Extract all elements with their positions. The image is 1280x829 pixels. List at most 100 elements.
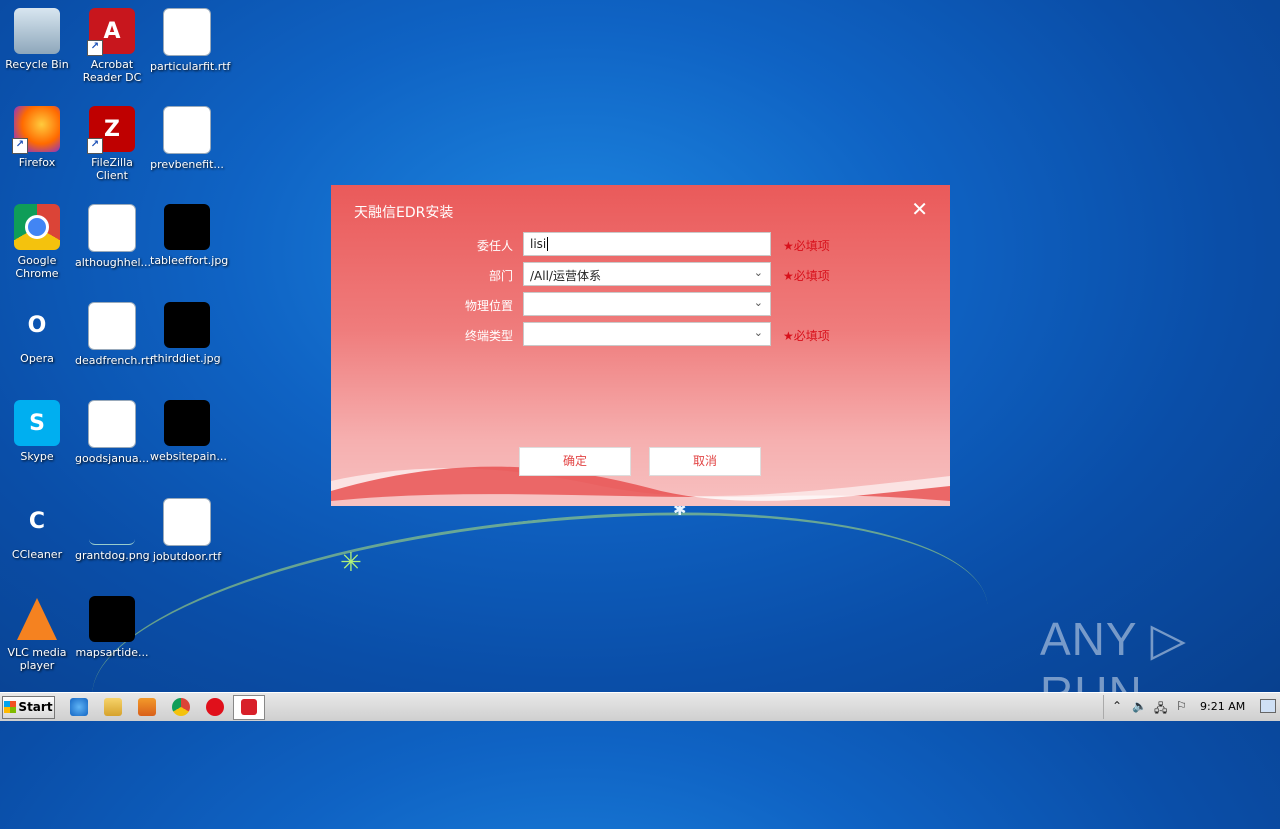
required-text: 必填项 <box>793 329 830 343</box>
system-tray: ⌃ 🔈 🖧 ⚐ 9:21 AM <box>1103 695 1280 719</box>
ok-button[interactable]: 确定 <box>519 447 631 476</box>
media-player-icon[interactable] <box>138 698 156 716</box>
dialog-title: 天融信EDR安装 <box>354 205 454 221</box>
desktop-icon-label: grantdog.png <box>75 549 150 562</box>
field-label: 终端类型 <box>464 329 513 343</box>
desktop-icon-particularfit[interactable]: W particularfit.rtf <box>150 8 231 73</box>
desktop-icon-ccleaner[interactable]: C CCleaner <box>0 498 74 562</box>
clock[interactable]: 9:21 AM <box>1200 700 1245 713</box>
location-select[interactable]: ⌄ <box>523 292 771 316</box>
desktop-icon-goodsjanua[interactable]: W goodsjanua... <box>75 400 149 465</box>
assignee-value: lisi <box>530 237 547 251</box>
desktop-icon-label: jobutdoor.rtf <box>152 550 222 563</box>
desktop-icon-jobutdoor[interactable]: W jobutdoor.rtf <box>150 498 224 563</box>
ie-icon[interactable] <box>70 698 88 716</box>
taskbar: Start ⌃ 🔈 🖧 ⚐ 9:21 AM <box>0 692 1280 721</box>
filezilla-icon: Z ↗ <box>87 106 135 154</box>
word-document-icon: W <box>88 302 136 350</box>
opera-icon: O <box>27 312 47 338</box>
desktop-icon-recycle-bin[interactable]: Recycle Bin <box>0 8 74 71</box>
desktop-icon-label: Recycle Bin <box>5 58 69 71</box>
desktop-icon-label: particularfit.rtf <box>150 60 231 73</box>
desktop-icon-label: Skype <box>20 450 54 463</box>
desktop-icon-label: deadfrench.rtf <box>75 354 154 367</box>
desktop-icon-label: Google Chrome <box>15 254 59 280</box>
desktop-icon-mapsartide[interactable]: mapsartide... <box>75 596 149 659</box>
form-row-location: 物理位置 ⌄ <box>331 292 950 318</box>
chevron-down-icon: ⌄ <box>753 296 763 309</box>
show-desktop-icon[interactable] <box>1260 699 1276 713</box>
assignee-input[interactable]: lisi <box>523 232 771 256</box>
required-text: 必填项 <box>793 239 830 253</box>
wallpaper-sparkle: ✳ <box>340 548 362 578</box>
dialog-wave-decoration <box>331 466 950 506</box>
desktop-icon-firefox[interactable]: ↗ Firefox <box>0 106 74 169</box>
chrome-icon[interactable] <box>172 698 190 716</box>
desktop-icon-skype[interactable]: S Skype <box>0 400 74 463</box>
desktop-icon-label: websitepain... <box>150 450 227 463</box>
terminal-type-select[interactable]: ⌄ <box>523 322 771 346</box>
windows-logo-icon <box>4 701 17 713</box>
volume-icon[interactable]: 🔈 <box>1132 699 1147 713</box>
image-thumbnail-icon <box>164 204 210 250</box>
desktop-icon-label: goodsjanua... <box>75 452 150 465</box>
desktop-icon-tableeffort[interactable]: tableeffort.jpg <box>150 204 229 267</box>
recycle-bin-icon <box>14 8 60 54</box>
required-text: 必填项 <box>793 269 830 283</box>
cancel-button[interactable]: 取消 <box>649 447 761 476</box>
field-label: 物理位置 <box>464 299 513 313</box>
acrobat-icon: A ↗ <box>87 8 135 56</box>
desktop-icon-deadfrench[interactable]: W deadfrench.rtf <box>75 302 154 367</box>
word-document-icon: W <box>88 204 136 252</box>
form-row-assignee: 委任人 lisi ★必填项 <box>331 232 950 258</box>
folder-icon[interactable] <box>104 698 122 716</box>
network-icon[interactable]: 🖧 <box>1154 699 1167 720</box>
edr-install-dialog: 天融信EDR安装 ✕ 委任人 lisi ★必填项 部门 /All/运营体系 ⌄ ★… <box>331 185 950 506</box>
desktop-icon-vlc[interactable]: VLC media player <box>0 596 74 672</box>
chevron-down-icon: ⌄ <box>753 266 763 279</box>
form-row-terminal-type: 终端类型 ⌄ ★必填项 <box>331 322 950 348</box>
show-hidden-icons-icon[interactable]: ⌃ <box>1112 699 1122 713</box>
desktop-icon-filezilla[interactable]: Z ↗ FileZilla Client <box>75 106 149 182</box>
chevron-down-icon: ⌄ <box>753 326 763 339</box>
desktop-icon-websitepain[interactable]: websitepain... <box>150 400 227 463</box>
start-button[interactable]: Start <box>2 696 55 719</box>
start-label: Start <box>18 700 53 714</box>
desktop-icon-label: althoughhel... <box>75 256 152 269</box>
action-center-flag-icon[interactable]: ⚐ <box>1176 699 1187 713</box>
desktop-icon-label: Firefox <box>18 156 56 169</box>
desktop-icon-chrome[interactable]: Google Chrome <box>0 204 74 280</box>
skype-icon: S <box>14 400 60 446</box>
close-icon[interactable]: ✕ <box>911 197 928 221</box>
field-label: 委任人 <box>476 239 513 253</box>
required-hint: ★必填项 <box>783 329 830 343</box>
image-thumbnail-icon <box>164 302 210 348</box>
desktop-icon-label: FileZilla Client <box>91 156 133 182</box>
taskbar-edr-installer[interactable] <box>233 695 265 720</box>
desktop-icon-label: VLC media player <box>7 646 67 672</box>
desktop-icon-label: prevbenefit... <box>150 158 224 171</box>
desktop-icon-grantdog[interactable]: grantdog.png <box>75 498 150 562</box>
image-thumbnail-icon <box>89 596 135 642</box>
image-thumbnail-icon <box>164 400 210 446</box>
department-select[interactable]: /All/运营体系 ⌄ <box>523 262 771 286</box>
desktop-icon-opera[interactable]: O Opera <box>0 302 74 366</box>
firefox-icon: ↗ <box>12 106 60 154</box>
form-row-department: 部门 /All/运营体系 ⌄ ★必填项 <box>331 262 950 288</box>
department-value: /All/运营体系 <box>530 269 601 283</box>
required-hint: ★必填项 <box>783 239 830 253</box>
vlc-icon <box>14 596 60 642</box>
desktop-icon-althoughhel[interactable]: W althoughhel... <box>75 204 152 269</box>
desktop-icon-label: mapsartide... <box>75 646 149 659</box>
desktop-icon-acrobat[interactable]: A ↗ Acrobat Reader DC <box>75 8 149 84</box>
desktop-icon-label: Opera <box>20 352 54 365</box>
desktop-icon-prevbenefit[interactable]: W prevbenefit... <box>150 106 224 171</box>
edr-shield-icon <box>241 699 257 715</box>
desktop-icon-label: Acrobat Reader DC <box>82 58 142 84</box>
desktop-icon-label: tableeffort.jpg <box>150 254 229 267</box>
opera-icon[interactable] <box>206 698 224 716</box>
ccleaner-icon: C <box>28 508 46 534</box>
image-thumbnail-icon <box>89 498 135 545</box>
desktop-icon-thirddiet[interactable]: thirddiet.jpg <box>150 302 224 365</box>
word-document-icon: W <box>88 400 136 448</box>
